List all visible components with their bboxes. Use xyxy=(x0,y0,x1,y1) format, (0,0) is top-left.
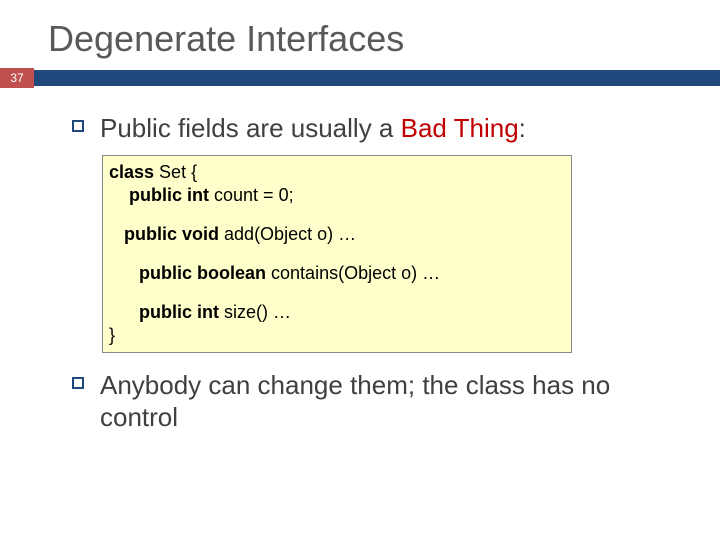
code-keyword: public int xyxy=(129,185,209,205)
code-line: public int size() … xyxy=(109,302,565,323)
code-line: public boolean contains(Object o) … xyxy=(109,263,565,284)
code-line: public void add(Object o) … xyxy=(109,224,565,245)
bullet-item: Public fields are usually a Bad Thing: xyxy=(72,112,680,145)
code-rest: add(Object o) … xyxy=(219,224,356,244)
header-band: 37 xyxy=(0,70,720,86)
code-rest: contains(Object o) … xyxy=(266,263,440,283)
bullet-prefix: Public fields are usually a xyxy=(100,113,401,143)
code-rest: count = 0; xyxy=(209,185,294,205)
code-line: } xyxy=(109,325,565,346)
code-block: class Set { public int count = 0; public… xyxy=(102,155,572,353)
code-keyword: public void xyxy=(124,224,219,244)
code-keyword: public boolean xyxy=(139,263,266,283)
code-line: public int count = 0; xyxy=(109,185,565,206)
slide-body: Public fields are usually a Bad Thing: c… xyxy=(0,86,720,434)
bullet-text: Public fields are usually a Bad Thing: xyxy=(100,112,526,145)
bullet-suffix: : xyxy=(519,113,526,143)
bullet-marker-icon xyxy=(72,377,84,389)
slide-title: Degenerate Interfaces xyxy=(0,0,720,70)
slide: Degenerate Interfaces 37 Public fields a… xyxy=(0,0,720,540)
code-rest: size() … xyxy=(219,302,291,322)
code-keyword: class xyxy=(109,162,154,182)
bullet-emphasis: Bad Thing xyxy=(401,113,519,143)
code-rest: Set { xyxy=(154,162,197,182)
code-line: class Set { xyxy=(109,162,565,183)
page-number-box: 37 xyxy=(0,68,34,88)
bullet-marker-icon xyxy=(72,120,84,132)
bullet-item: Anybody can change them; the class has n… xyxy=(72,369,680,434)
code-keyword: public int xyxy=(139,302,219,322)
bullet-text: Anybody can change them; the class has n… xyxy=(100,369,680,434)
